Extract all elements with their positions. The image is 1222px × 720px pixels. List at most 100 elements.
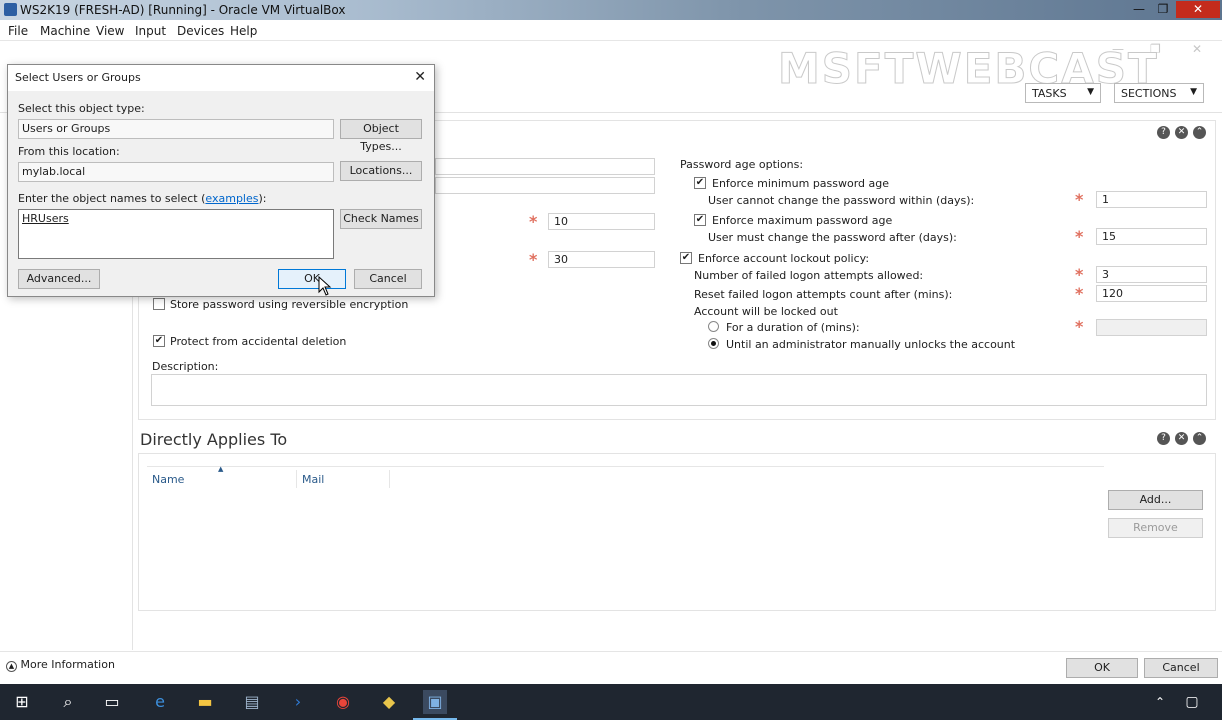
applies-to-title: Directly Applies To [140,430,288,449]
mouse-cursor-icon [318,276,332,296]
show-hidden-icons-icon[interactable]: ⌃ [1148,690,1172,714]
enforce-min-checkbox[interactable]: ✔ [694,177,706,189]
caret-down-icon: ▼ [1190,87,1197,97]
vbox-menubar: File Machine View Input Devices Help [0,20,1222,41]
lockout-label: Enforce account lockout policy: [698,252,870,265]
object-names-textarea[interactable]: HRUsers [18,209,334,259]
task-view-icon[interactable]: ▭ [100,690,124,714]
help-icon[interactable]: ? [1157,432,1170,445]
locations-button[interactable]: Locations... [340,161,422,181]
menu-file[interactable]: File [8,24,28,38]
max-age-sub-label: User must change the password after (day… [708,231,957,244]
object-names-label-suffix: ): [258,192,267,205]
dialog-ok-button[interactable]: OK [278,269,346,289]
start-windows-icon[interactable]: ⊞ [10,690,34,714]
object-type-label: Select this object type: [18,102,145,115]
adac-cancel-button[interactable]: Cancel [1144,658,1218,678]
description-field[interactable] [151,374,1207,406]
close-icon[interactable]: ✕ [1176,1,1220,18]
active-directory-tool-icon[interactable]: ◆ [377,690,401,714]
adac-app-icon[interactable]: ▣ [413,690,457,720]
search-icon[interactable]: ⌕ [56,690,80,714]
menu-devices[interactable]: Devices [177,24,224,38]
adac-close-icon[interactable]: ✕ [1192,42,1202,56]
more-info-expander[interactable]: ▲ More Information [6,658,115,672]
close-section-icon[interactable]: ✕ [1175,432,1188,445]
required-star-icon: * [529,212,538,231]
expand-up-icon: ▲ [6,661,17,672]
tasks-label: TASKS [1032,87,1067,100]
enforce-max-checkbox[interactable]: ✔ [694,214,706,226]
notifications-icon[interactable]: ▢ [1180,690,1204,714]
dialog-title: Select Users or Groups [15,71,141,84]
required-star-icon: * [1075,265,1084,284]
minimize-icon[interactable]: — [1126,1,1152,18]
lockout-checkbox[interactable]: ✔ [680,252,692,264]
collapse-icon[interactable]: ⌃ [1193,126,1206,139]
applies-to-panel [138,453,1216,611]
until-admin-label: Until an administrator manually unlocks … [726,338,1016,351]
name-field[interactable] [435,158,655,175]
required-star-icon: * [1075,190,1084,209]
min-age-field[interactable]: 1 [1096,191,1207,208]
until-admin-radio[interactable] [708,338,719,349]
reset-count-label: Reset failed logon attempts count after … [694,288,953,301]
reversible-encryption-checkbox[interactable] [153,298,165,310]
required-star-icon: * [1075,317,1084,336]
sort-arrow-icon: ▲ [218,465,224,473]
history-field[interactable]: 30 [548,251,655,268]
reversible-encryption-label: Store password using reversible encrypti… [170,298,409,311]
required-star-icon: * [1075,227,1084,246]
failed-attempts-field[interactable]: 3 [1096,266,1207,283]
file-explorer-icon[interactable]: ▬ [193,690,217,714]
sections-label: SECTIONS [1121,87,1177,100]
menu-view[interactable]: View [96,24,124,38]
taskbar: ⊞ ⌕ ▭ e ▬ ▤ › ◉ ◆ ▣ ⌃ ▢ [0,684,1222,720]
menu-machine[interactable]: Machine [40,24,90,38]
precedence-field[interactable] [435,177,655,194]
add-button[interactable]: Add... [1108,490,1203,510]
vbox-titlebar: WS2K19 (FRESH-AD) [Running] - Oracle VM … [0,0,1222,20]
internet-explorer-icon[interactable]: e [148,690,172,714]
object-names-label: Enter the object names to select (exampl… [18,192,266,205]
maximize-icon[interactable]: ❐ [1150,1,1176,18]
chrome-icon[interactable]: ◉ [331,690,355,714]
check-names-button[interactable]: Check Names [340,209,422,229]
menu-input[interactable]: Input [135,24,166,38]
failed-attempts-label: Number of failed logon attempts allowed: [694,269,924,282]
min-length-field[interactable]: 10 [548,213,655,230]
dialog-cancel-button[interactable]: Cancel [354,269,422,289]
examples-link[interactable]: examples [205,192,258,205]
protect-deletion-label: Protect from accidental deletion [170,335,347,348]
list-header-line [147,466,1104,467]
protect-deletion-checkbox[interactable]: ✔ [153,335,165,347]
dialog-close-icon[interactable]: ✕ [414,69,426,85]
column-header-name[interactable]: Name [152,473,184,486]
location-label: From this location: [18,145,120,158]
adac-ok-button[interactable]: OK [1066,658,1138,678]
max-age-field[interactable]: 15 [1096,228,1207,245]
locked-out-label: Account will be locked out [694,305,838,318]
enforce-min-label: Enforce minimum password age [712,177,890,190]
duration-label: For a duration of (mins): [726,321,860,334]
duration-field[interactable] [1096,319,1207,336]
virtualbox-icon [4,3,17,16]
min-age-sub-label: User cannot change the password within (… [708,194,975,207]
object-types-button[interactable]: Object Types... [340,119,422,153]
collapse-icon[interactable]: ⌃ [1193,432,1206,445]
menu-help[interactable]: Help [230,24,257,38]
close-section-icon[interactable]: ✕ [1175,126,1188,139]
server-manager-icon[interactable]: ▤ [240,690,264,714]
sections-dropdown[interactable]: SECTIONS ▼ [1114,83,1204,103]
duration-radio[interactable] [708,321,719,332]
help-icon[interactable]: ? [1157,126,1170,139]
powershell-icon[interactable]: › [286,690,310,714]
window-title: WS2K19 (FRESH-AD) [Running] - Oracle VM … [20,3,346,17]
remove-button[interactable]: Remove [1108,518,1203,538]
column-header-mail[interactable]: Mail [302,473,324,486]
advanced-button[interactable]: Advanced... [18,269,100,289]
reset-count-field[interactable]: 120 [1096,285,1207,302]
tasks-dropdown[interactable]: TASKS ▼ [1025,83,1101,103]
watermark-logo: MSFTWEBCAST [778,44,1159,94]
column-divider [389,470,390,488]
